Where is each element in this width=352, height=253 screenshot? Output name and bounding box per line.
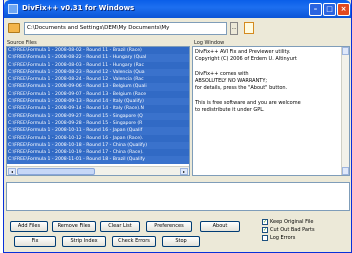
remove-files-button[interactable]: Remove Files xyxy=(52,221,96,232)
scroll-down-icon[interactable] xyxy=(342,167,349,175)
log-line: Copyright (C) 2006 of Erdem U. Altinyurt xyxy=(195,56,297,63)
list-item[interactable]: C:\FREE\Formula 1 - 2008-09-06 - Round 1… xyxy=(7,83,189,91)
list-item[interactable]: C:\FREE\Formula 1 - 2008-08-02 - Round 1… xyxy=(7,47,189,55)
log-line: DivFix++ AVI Fix and Previewer utility. xyxy=(195,49,291,55)
checkbox-log-errors[interactable]: Log Errors xyxy=(262,235,295,242)
list-item[interactable]: C:\FREE\Formula 1 - 2008-09-14 - Round 1… xyxy=(7,105,189,113)
minimize-button[interactable]: – xyxy=(309,3,322,16)
log-line: to redistribute it under GPL. xyxy=(195,107,265,114)
checkbox-cut-out-bad-parts[interactable]: ✓ Cut Out Bad Parts xyxy=(262,227,315,234)
strip-index-button[interactable]: Strip Index xyxy=(62,236,106,247)
stop-button[interactable]: Stop xyxy=(162,236,200,247)
open-file-icon[interactable] xyxy=(244,22,254,34)
about-button[interactable]: About xyxy=(200,221,240,232)
close-button[interactable]: × xyxy=(337,3,350,16)
list-item[interactable]: C:\FREE\Formula 1 - 2008-10-18 - Round 1… xyxy=(7,141,189,150)
folder-icon[interactable] xyxy=(8,23,20,33)
scroll-thumb[interactable] xyxy=(17,168,95,175)
list-item[interactable]: C:\FREE\Formula 1 - 2008-09-13 - Round 1… xyxy=(7,98,189,106)
browse-button[interactable]: ... xyxy=(230,22,238,35)
checkbox-label: Keep Original File xyxy=(270,219,314,225)
output-path-field[interactable]: C:\Documents and Settings\DEM\My Documen… xyxy=(24,22,227,35)
list-item[interactable]: C:\FREE\Formula 1 - 2008-08-24 - Round 1… xyxy=(7,76,189,84)
log-line: This is free software and you are welcom… xyxy=(195,100,301,107)
log-line: DivFix++ comes with xyxy=(195,70,249,77)
preferences-button[interactable]: Preferences xyxy=(146,221,192,232)
clear-list-button[interactable]: Clear List xyxy=(100,221,140,232)
add-files-button[interactable]: Add Files xyxy=(10,221,48,232)
list-item[interactable]: C:\FREE\Formula 1 - 2008-11-01 - Round 1… xyxy=(7,156,189,164)
horizontal-scrollbar[interactable]: ◂ ▸ xyxy=(7,166,189,175)
maximize-button[interactable]: □ xyxy=(323,3,336,16)
scroll-left-icon[interactable]: ◂ xyxy=(8,168,16,175)
log-line: ABSOLUTELY NO WARRANTY; xyxy=(195,78,268,85)
list-item[interactable]: C:\FREE\Formula 1 - 2008-10-19 - Round 1… xyxy=(7,149,189,157)
list-item[interactable]: C:\FREE\Formula 1 - 2008-08-23 - Round 1… xyxy=(7,68,189,77)
scroll-right-icon[interactable]: ▸ xyxy=(180,168,188,175)
log-window[interactable]: DivFix++ AVI Fix and Previewer utility. C… xyxy=(192,46,350,176)
progress-area xyxy=(6,182,350,211)
list-item[interactable]: C:\FREE\Formula 1 - 2008-09-07 - Round 1… xyxy=(7,90,189,99)
checkmark-icon[interactable]: ✓ xyxy=(262,219,268,225)
list-item[interactable]: C:\FREE\Formula 1 - 2008-09-28 - Round 1… xyxy=(7,119,189,128)
checkmark-icon[interactable]: ✓ xyxy=(262,227,268,233)
checkbox-label: Cut Out Bad Parts xyxy=(270,227,315,233)
list-item[interactable]: C:\FREE\Formula 1 - 2008-09-27 - Round 1… xyxy=(7,112,189,120)
list-item[interactable]: C:\FREE\Formula 1 - 2008-10-12 - Round 1… xyxy=(7,134,189,142)
list-item[interactable]: C:\FREE\Formula 1 - 2008-08-22 - Round 1… xyxy=(7,54,189,62)
list-item[interactable]: C:\FREE\Formula 1 - 2008-08-03 - Round 1… xyxy=(7,61,189,69)
app-window: DivFix++ v0.31 for Windows – □ × C:\Docu… xyxy=(3,0,352,253)
source-files-list[interactable]: C:\FREE\Formula 1 - 2008-08-02 - Round 1… xyxy=(6,46,190,176)
toolbar: C:\Documents and Settings\DEM\My Documen… xyxy=(4,19,351,39)
fix-button[interactable]: Fix xyxy=(14,236,56,247)
window-title: DivFix++ v0.31 for Windows xyxy=(22,4,135,12)
vertical-scrollbar[interactable] xyxy=(341,47,349,175)
checkbox-keep-original-file[interactable]: ✓ Keep Original File xyxy=(262,219,313,226)
log-line: for details, press the "About" button. xyxy=(195,85,288,92)
checkbox-label: Log Errors xyxy=(270,235,296,241)
check-errors-button[interactable]: Check Errors xyxy=(112,236,156,247)
scroll-up-icon[interactable] xyxy=(342,47,349,55)
title-bar[interactable]: DivFix++ v0.31 for Windows – □ × xyxy=(4,0,351,18)
checkbox-empty-icon[interactable] xyxy=(262,235,268,241)
app-icon xyxy=(8,4,18,14)
list-item[interactable]: C:\FREE\Formula 1 - 2008-10-11 - Round 1… xyxy=(7,127,189,135)
